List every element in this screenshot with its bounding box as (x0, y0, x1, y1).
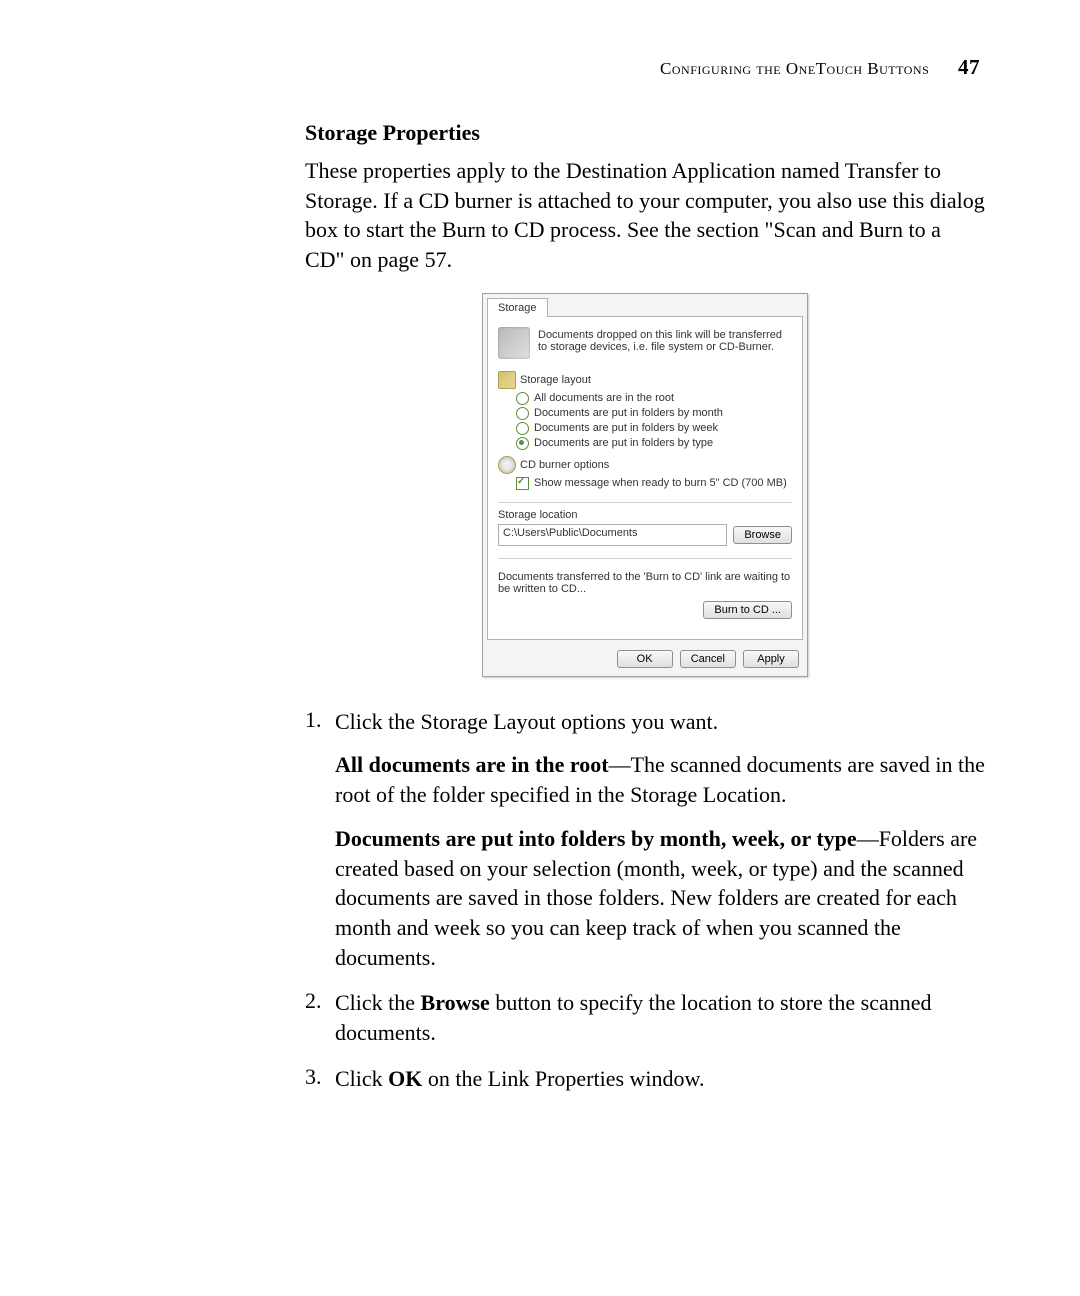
radio-by-type[interactable]: Documents are put in folders by type (516, 437, 792, 450)
list-text: Click the Storage Layout options you wan… (335, 709, 718, 734)
bold-term: OK (388, 1066, 422, 1091)
folder-icon (498, 371, 516, 389)
browse-button[interactable]: Browse (733, 526, 792, 544)
dialog-intro-text: Documents dropped on this link will be t… (538, 327, 792, 353)
checkbox-label: Show message when ready to burn 5" CD (7… (534, 477, 787, 489)
radio-label: Documents are put in folders by month (534, 407, 723, 419)
cd-burner-label: CD burner options (520, 459, 609, 471)
list-text: on the Link Properties window. (422, 1066, 704, 1091)
page-header: Configuring the OneTouch Buttons 47 (660, 55, 980, 80)
cd-icon (498, 456, 516, 474)
burn-to-cd-button[interactable]: Burn to CD ... (703, 601, 792, 619)
radio-label: All documents are in the root (534, 392, 674, 404)
list-text: Click (335, 1066, 388, 1091)
page-number: 47 (958, 55, 980, 79)
radio-by-week[interactable]: Documents are put in folders by week (516, 422, 792, 435)
cd-burner-header: CD burner options (498, 456, 792, 474)
list-item: 2. Click the Browse button to specify th… (305, 988, 985, 1047)
dialog-button-row: OK Cancel Apply (483, 644, 807, 676)
bold-term: Browse (421, 990, 490, 1015)
storage-layout-label: Storage layout (520, 374, 591, 386)
checkbox-icon (516, 477, 529, 490)
radio-all-root[interactable]: All documents are in the root (516, 392, 792, 405)
dialog-body: Documents dropped on this link will be t… (487, 316, 803, 640)
divider (498, 558, 792, 559)
radio-by-month[interactable]: Documents are put in folders by month (516, 407, 792, 420)
radio-label: Documents are put in folders by type (534, 437, 713, 449)
apply-button[interactable]: Apply (743, 650, 799, 668)
bold-term: All documents are in the root (335, 752, 609, 777)
radio-icon (516, 422, 529, 435)
checkbox-show-message[interactable]: Show message when ready to burn 5" CD (7… (516, 477, 792, 490)
cancel-button[interactable]: Cancel (680, 650, 736, 668)
bold-term: Documents are put into folders by month,… (335, 826, 857, 851)
intro-paragraph: These properties apply to the Destinatio… (305, 156, 985, 275)
list-number: 3. (305, 1064, 335, 1094)
running-head: Configuring the OneTouch Buttons (660, 59, 929, 78)
radio-icon (516, 407, 529, 420)
radio-icon (516, 392, 529, 405)
list-number: 2. (305, 988, 335, 1047)
section-title: Storage Properties (305, 120, 985, 146)
storage-device-icon (498, 327, 530, 359)
list-text: Click the (335, 990, 421, 1015)
storage-location-input[interactable]: C:\Users\Public\Documents (498, 524, 727, 546)
list-number: 1. (305, 707, 335, 973)
divider (498, 502, 792, 503)
storage-location-label: Storage location (498, 509, 792, 521)
storage-layout-header: Storage layout (498, 371, 792, 389)
list-item: 1. Click the Storage Layout options you … (305, 707, 985, 973)
list-item: 3. Click OK on the Link Properties windo… (305, 1064, 985, 1094)
tab-storage[interactable]: Storage (487, 298, 548, 317)
burn-waiting-text: Documents transferred to the 'Burn to CD… (498, 571, 792, 595)
radio-label: Documents are put in folders by week (534, 422, 718, 434)
storage-dialog: Storage Documents dropped on this link w… (482, 293, 808, 677)
radio-icon (516, 437, 529, 450)
instructions-list: 1. Click the Storage Layout options you … (305, 707, 985, 1094)
ok-button[interactable]: OK (617, 650, 673, 668)
